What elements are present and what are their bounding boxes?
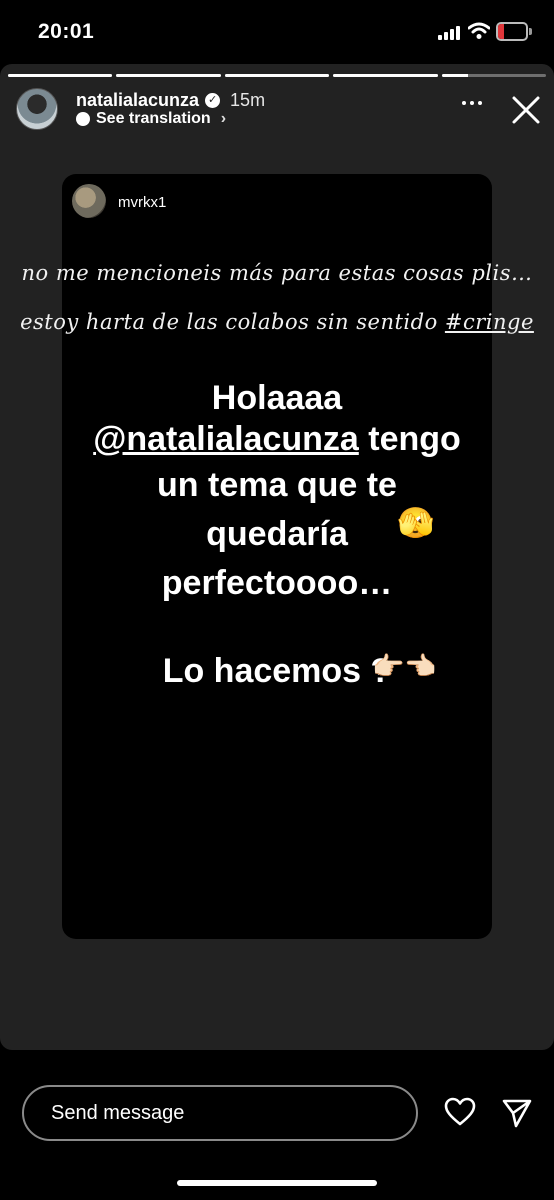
send-message-placeholder: Send message bbox=[51, 1102, 185, 1124]
story-header: natalialacunza ✓ 15m bbox=[76, 89, 265, 111]
close-icon[interactable] bbox=[510, 94, 542, 126]
progress-segment bbox=[224, 74, 330, 77]
battery-tip bbox=[529, 28, 532, 35]
pointing-fingers-emoji: 👉🏻👈🏻 bbox=[372, 651, 437, 681]
progress-segment-fill bbox=[441, 74, 468, 77]
hashtag-link[interactable]: #cringe bbox=[445, 310, 534, 334]
timestamp: 15m bbox=[230, 89, 266, 110]
message-line2-rest: tengo bbox=[358, 420, 461, 458]
progress-segment bbox=[116, 74, 221, 77]
message-line2: @natalialacunza tengo bbox=[0, 420, 554, 459]
story-caption-line1: no me mencioneis más para estas cosas pl… bbox=[21, 261, 533, 285]
message-line1: Holaaaa bbox=[211, 379, 343, 417]
caption-text: estoy harta de las colabos sin sentido bbox=[20, 310, 445, 334]
status-bar: 20:01 10 bbox=[0, 0, 554, 64]
progress-segment-fill bbox=[116, 74, 221, 77]
reshared-post-card[interactable]: mvrkx1 bbox=[62, 174, 492, 939]
cellular-signal-icon bbox=[438, 25, 462, 40]
progress-segment bbox=[441, 74, 547, 77]
story-caption-line2: estoy harta de las colabos sin sentido #… bbox=[0, 310, 554, 334]
battery-icon: 10 bbox=[496, 22, 528, 41]
reshared-username[interactable]: mvrkx1 bbox=[118, 194, 166, 211]
battery-level: 10 bbox=[504, 24, 520, 39]
more-options-icon[interactable] bbox=[462, 98, 486, 108]
wifi-icon bbox=[468, 22, 490, 39]
story-progress bbox=[8, 74, 547, 77]
clock: 20:01 bbox=[38, 20, 95, 43]
progress-segment-fill bbox=[224, 74, 330, 77]
progress-segment-fill bbox=[333, 74, 438, 77]
reshared-user-avatar[interactable] bbox=[72, 184, 106, 218]
message-line5: perfectoooo… bbox=[161, 564, 393, 602]
verified-badge-icon: ✓ bbox=[205, 92, 221, 108]
progress-segment-fill bbox=[8, 74, 113, 77]
translate-globe-icon bbox=[76, 112, 90, 126]
home-indicator[interactable] bbox=[177, 1180, 377, 1186]
send-message-input[interactable]: Send message bbox=[22, 1085, 418, 1141]
send-icon[interactable] bbox=[501, 1097, 533, 1129]
see-translation-button[interactable]: See translation › bbox=[76, 110, 226, 128]
story-viewer[interactable]: natalialacunza ✓ 15m See translation › m… bbox=[0, 64, 554, 1050]
avatar[interactable] bbox=[16, 88, 58, 130]
see-translation-label: See translation bbox=[96, 110, 211, 127]
progress-segment bbox=[333, 74, 438, 77]
heart-icon[interactable] bbox=[444, 1097, 476, 1127]
username[interactable]: natalialacunza bbox=[76, 90, 199, 111]
message-line6: Lo hacemos ? bbox=[162, 652, 392, 690]
progress-segment bbox=[8, 74, 113, 77]
mention-link[interactable]: @natalialacunza bbox=[93, 420, 359, 458]
peeking-face-emoji: 🫣 bbox=[397, 507, 435, 540]
message-line4: quedaría bbox=[206, 515, 348, 553]
message-line3: un tema que te bbox=[157, 466, 397, 504]
chevron-right-icon: › bbox=[220, 110, 227, 127]
